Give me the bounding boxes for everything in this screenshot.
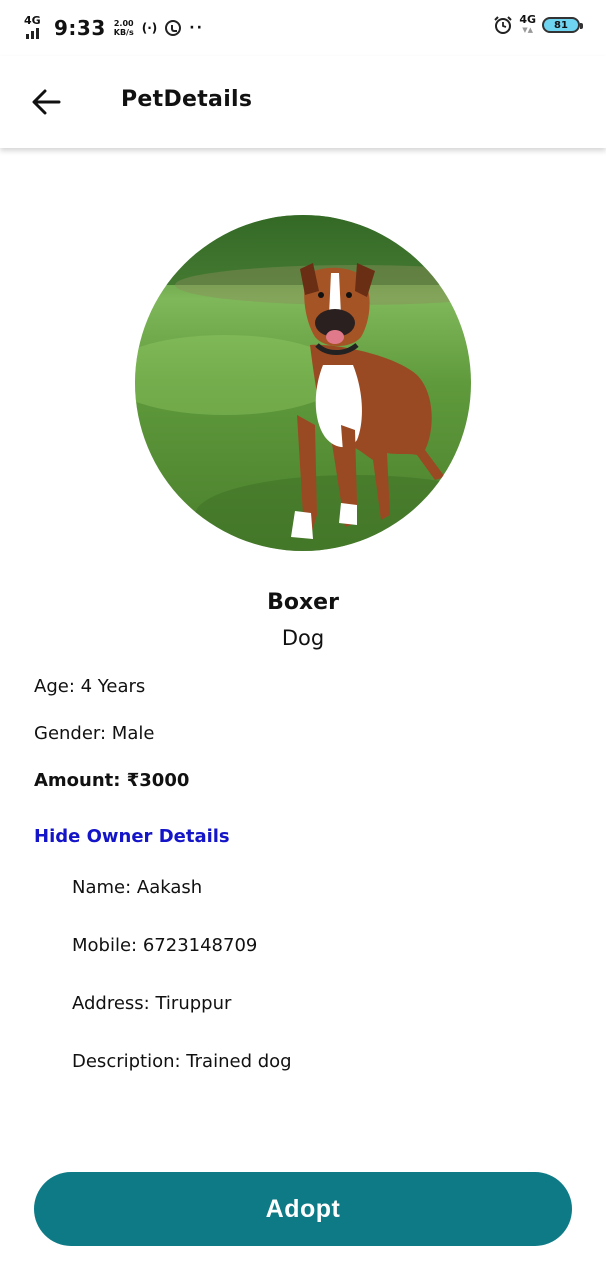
owner-mobile: Mobile: 6723148709 <box>72 935 258 956</box>
battery-level: 81 <box>554 19 568 31</box>
more-notifications-icon: ·· <box>189 20 204 36</box>
battery-icon: 81 <box>542 17 583 33</box>
arrow-left-icon <box>32 89 61 115</box>
pet-photo <box>135 215 471 551</box>
owner-name: Name: Aakash <box>72 877 203 898</box>
adopt-button[interactable]: Adopt <box>34 1172 572 1246</box>
alarm-clock-icon <box>494 16 513 34</box>
pet-amount: Amount: ₹3000 <box>34 770 190 791</box>
status-bar: 4G 9:33 2.00 KB/s (·) ·· 4G ▼▲ 81 <box>0 0 606 56</box>
app-bar: PetDetails <box>0 56 606 148</box>
owner-address: Address: Tiruppur <box>72 993 232 1014</box>
network-4g-label: 4G <box>519 13 536 26</box>
status-time: 9:33 <box>54 16 106 40</box>
hotspot-icon: (·) <box>141 21 158 35</box>
pet-age: Age: 4 Years <box>34 676 146 697</box>
network-speed: 2.00 KB/s <box>114 19 134 37</box>
pet-gender: Gender: Male <box>34 723 155 744</box>
pet-breed: Boxer <box>267 590 339 615</box>
network-4g-icon: 4G ▼▲ <box>519 13 536 34</box>
whatsapp-icon <box>165 20 182 36</box>
status-bar-right: 4G ▼▲ 81 <box>493 13 583 36</box>
back-button[interactable] <box>26 82 66 122</box>
status-bar-left: 4G 9:33 2.00 KB/s (·) ·· <box>24 12 204 44</box>
signal-strength-icon: 4G <box>24 15 46 41</box>
hide-owner-details-link[interactable]: Hide Owner Details <box>34 826 230 847</box>
network-speed-unit: KB/s <box>113 28 134 37</box>
pet-type: Dog <box>281 626 325 650</box>
owner-description: Description: Trained dog <box>72 1051 292 1072</box>
network-type: 4G <box>24 14 41 27</box>
boxer-dog-photo <box>135 215 471 551</box>
page-title: PetDetails <box>121 87 253 112</box>
network-speed-value: 2.00 <box>113 19 134 28</box>
